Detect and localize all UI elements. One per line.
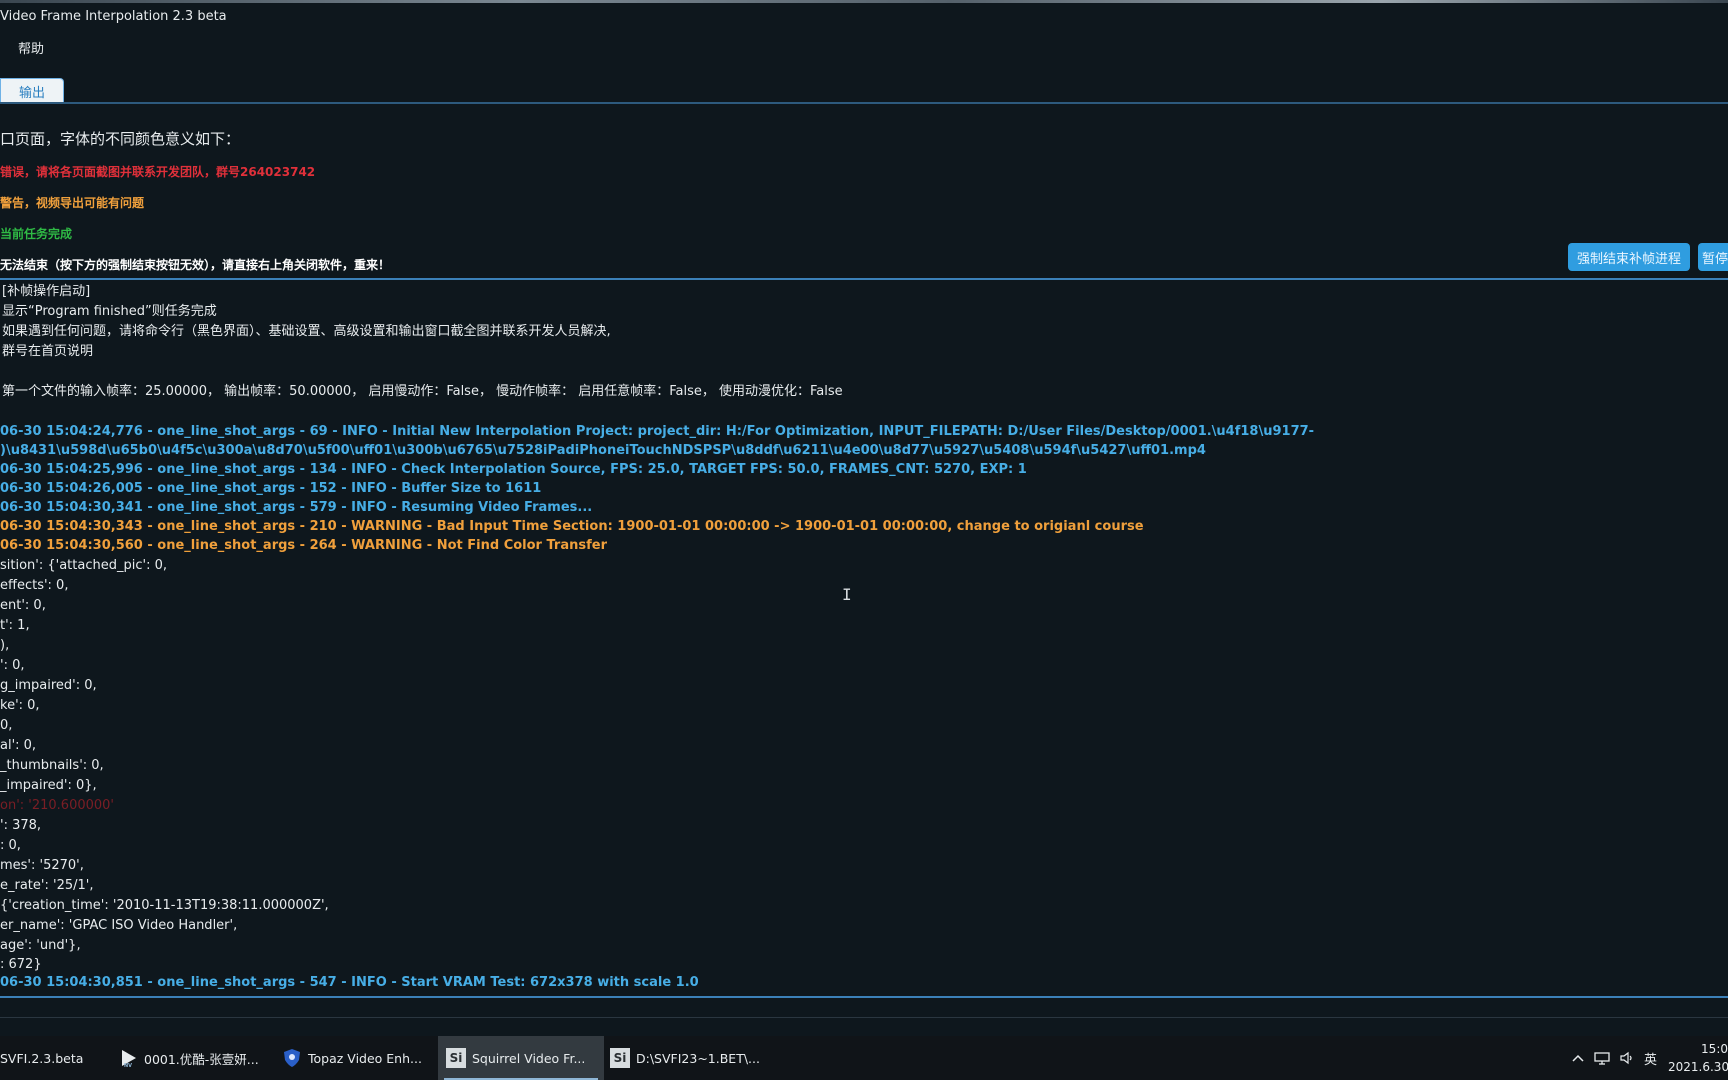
log-line: )\u8431\u598d\u65b0\u4f5c\u300a\u8d70\u5…	[0, 443, 1206, 458]
log-line: _impaired': 0},	[0, 778, 97, 793]
log-line: effects': 0,	[0, 578, 69, 593]
log-line: age': 'und'},	[0, 938, 81, 953]
log-line: 06-30 15:04:26,005 - one_line_shot_args …	[0, 481, 542, 496]
legend-success: 当前任务完成	[0, 227, 73, 241]
log-line: 06-30 15:04:30,560 - one_line_shot_args …	[0, 538, 607, 553]
log-line: on': '210.600000'	[0, 798, 114, 813]
pause-button[interactable]: 暂停	[1698, 243, 1728, 271]
log-line: 06-30 15:04:24,776 - one_line_shot_args …	[0, 424, 1315, 439]
window-title: Video Frame Interpolation 2.3 beta	[0, 9, 227, 24]
shield-icon	[282, 1048, 302, 1068]
log-line: [补帧操作启动]	[2, 284, 91, 299]
taskbar-item-topaz[interactable]: Topaz Video Enh...	[282, 1036, 432, 1080]
play-icon: NV	[118, 1048, 138, 1068]
log-line: 群号在首页说明	[2, 344, 94, 359]
tab-divider	[0, 102, 1728, 104]
log-line: 第一个文件的输入帧率：25.00000， 输出帧率：50.00000， 启用慢动…	[2, 384, 843, 399]
log-line: 0,	[0, 718, 13, 733]
output-log[interactable]: [补帧操作启动] 显示“Program finished”则任务完成如果遇到任何问…	[0, 281, 1728, 995]
taskbar-item-squirrel[interactable]: Si Squirrel Video Fr...	[438, 1036, 604, 1080]
legend-title: 口页面，字体的不同颜色意义如下：	[0, 130, 241, 148]
si-icon: Si	[446, 1048, 466, 1068]
desktop-top-strip	[0, 0, 1728, 3]
log-line: 06-30 15:04:30,343 - one_line_shot_args …	[0, 519, 1144, 534]
taskbar-item-label: D:\SVFI23~1.BET\...	[636, 1050, 760, 1066]
log-line: ': 0,	[0, 658, 25, 673]
clock-date: 2021.6.30	[1668, 1060, 1728, 1074]
log-line: ent': 0,	[0, 598, 46, 613]
taskbar-item-video[interactable]: NV 0001.优酷-张壹妍...	[118, 1036, 268, 1080]
force-stop-button[interactable]: 强制结束补帧进程	[1568, 243, 1690, 271]
system-clock[interactable]: 15:0 2021.6.30	[1668, 1040, 1728, 1076]
text-cursor-icon: I	[842, 585, 852, 604]
legend-error: 错误，请将各页面截图并联系开发团队，群号264023742	[0, 165, 316, 179]
log-line: mes': '5270',	[0, 858, 84, 873]
ime-indicator[interactable]: 英	[1644, 1036, 1657, 1080]
log-line: _thumbnails': 0,	[0, 758, 104, 773]
log-line: g_impaired': 0,	[0, 678, 97, 693]
log-line: e_rate': '25/1',	[0, 878, 94, 893]
taskbar-item-console[interactable]: Si D:\SVFI23~1.BET\...	[604, 1036, 760, 1080]
svg-text:NV: NV	[124, 1063, 132, 1068]
window-bottom-divider	[0, 1017, 1728, 1018]
log-line: 06-30 15:04:25,996 - one_line_shot_args …	[0, 462, 1027, 477]
log-line: : 672}	[0, 957, 42, 972]
si-icon: Si	[610, 1048, 630, 1068]
tab-output[interactable]: 输出	[0, 78, 64, 103]
log-line: 显示“Program finished”则任务完成	[2, 304, 217, 319]
log-line: er_name': 'GPAC ISO Video Handler',	[0, 918, 238, 933]
log-line: : 0,	[0, 838, 21, 853]
network-icon[interactable]	[1594, 1036, 1610, 1080]
legend-warning: 警告，视频导出可能有问题	[0, 196, 145, 210]
log-line: 如果遇到任何问题，请将命令行（黑色界面）、基础设置、高级设置和输出窗口截全图并联…	[2, 324, 611, 339]
log-line: ': 378,	[0, 818, 42, 833]
clock-time: 15:0	[1701, 1042, 1728, 1056]
log-border-top	[0, 278, 1728, 280]
taskbar-item-label: Topaz Video Enh...	[308, 1050, 422, 1066]
legend-note: 无法结束（按下方的强制结束按钮无效），请直接右上角关闭软件，重来！	[0, 258, 391, 272]
log-line: 06-30 15:04:30,341 - one_line_shot_args …	[0, 500, 593, 515]
taskbar-item-label: 0001.优酷-张壹妍...	[144, 1051, 259, 1067]
taskbar: SVFI.2.3.beta NV 0001.优酷-张壹妍... Topaz Vi…	[0, 1036, 1728, 1080]
log-line: sition': {'attached_pic': 0,	[0, 558, 167, 573]
log-line: 06-30 15:04:30,851 - one_line_shot_args …	[0, 975, 699, 990]
taskbar-item-svfi[interactable]: SVFI.2.3.beta	[0, 1036, 110, 1080]
log-line: t': 1,	[0, 618, 30, 633]
volume-icon[interactable]	[1620, 1036, 1636, 1080]
taskbar-item-label: Squirrel Video Fr...	[472, 1050, 586, 1066]
menu-help[interactable]: 帮助	[18, 38, 44, 57]
log-line: ),	[0, 638, 10, 653]
taskbar-item-label: SVFI.2.3.beta	[0, 1050, 84, 1066]
tray-chevron-up-icon[interactable]	[1572, 1036, 1584, 1080]
log-line: al': 0,	[0, 738, 37, 753]
log-line: ke': 0,	[0, 698, 40, 713]
log-border-bottom	[0, 996, 1728, 998]
log-line: {'creation_time': '2010-11-13T19:38:11.0…	[0, 898, 329, 913]
